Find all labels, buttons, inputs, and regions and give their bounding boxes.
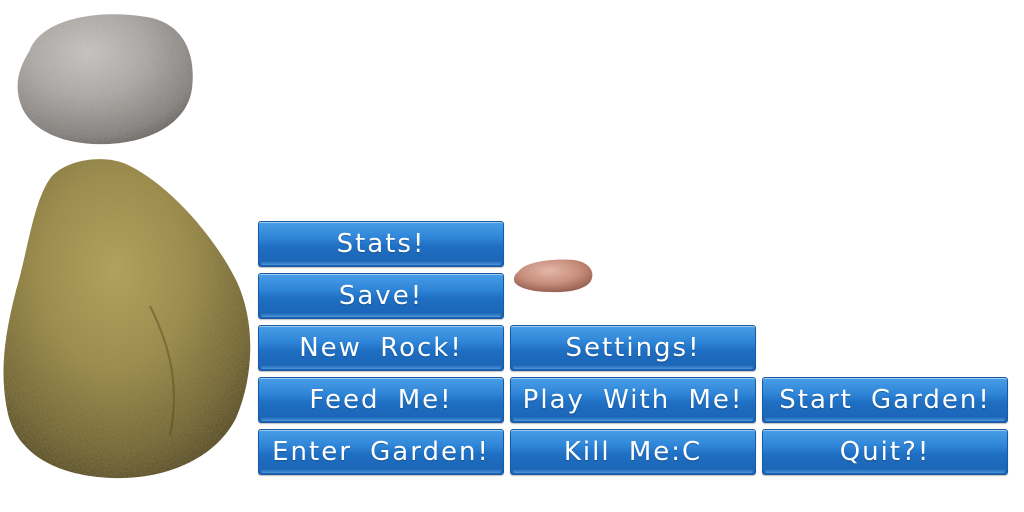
stats-button[interactable]: Stats! (258, 221, 504, 267)
mossy-rock-image (0, 156, 256, 480)
new-rock-button[interactable]: New Rock! (258, 325, 504, 371)
pebble-rock-image (512, 258, 594, 294)
enter-garden-button[interactable]: Enter Garden! (258, 429, 504, 475)
feed-me-button[interactable]: Feed Me! (258, 377, 504, 423)
grey-rock-image (12, 10, 196, 146)
start-garden-button[interactable]: Start Garden! (762, 377, 1008, 423)
save-button[interactable]: Save! (258, 273, 504, 319)
settings-button[interactable]: Settings! (510, 325, 756, 371)
play-with-me-button[interactable]: Play With Me! (510, 377, 756, 423)
kill-me-button[interactable]: Kill Me:C (510, 429, 756, 475)
quit-button[interactable]: Quit?! (762, 429, 1008, 475)
